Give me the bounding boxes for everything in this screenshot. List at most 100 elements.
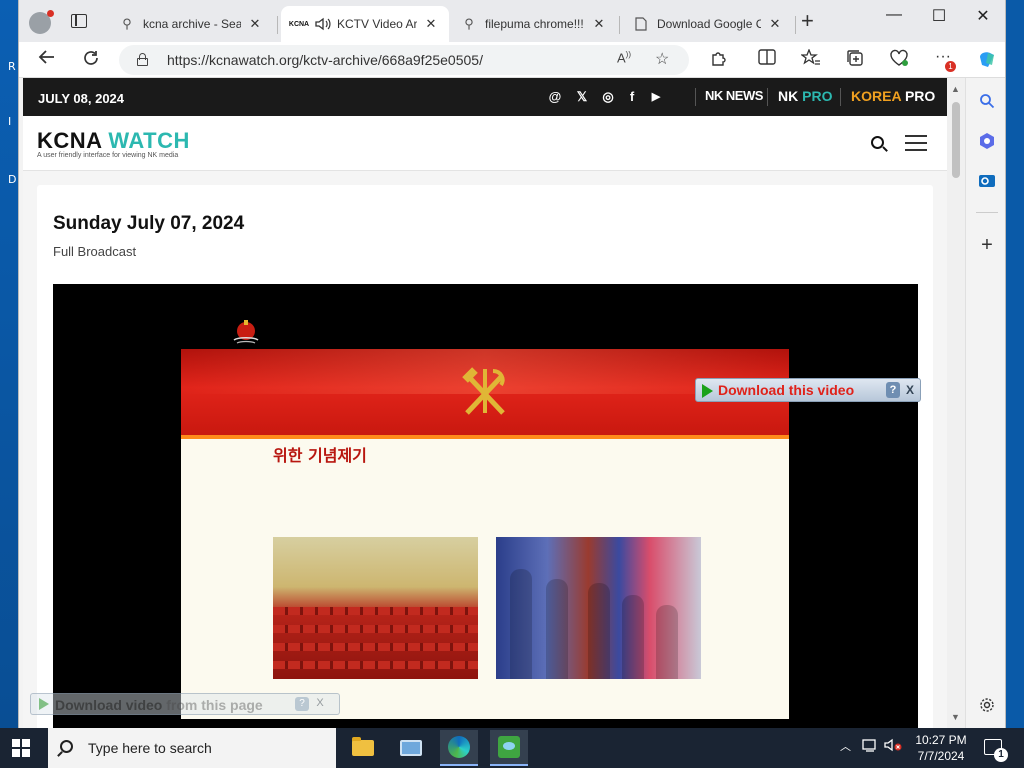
network-icon[interactable] xyxy=(862,738,878,755)
scroll-down-icon[interactable]: ▼ xyxy=(951,712,960,722)
url-text[interactable]: https://kcnawatch.org/kctv-archive/668a9… xyxy=(167,52,483,68)
desktop-icon-label[interactable]: I xyxy=(8,115,11,128)
nk-news-link[interactable]: NK NEWS xyxy=(705,88,763,103)
download-video-from-page-bar[interactable]: Download video from this page ? X xyxy=(30,693,340,715)
tab-strip: ⚲ kcna archive - Search ✕ KCNA KCTV Vide… xyxy=(19,0,1005,42)
slide-caption: 위한 기념제기 xyxy=(273,446,367,465)
page-scrollbar[interactable]: ▲ ▼ xyxy=(947,78,965,728)
tab-actions-icon[interactable] xyxy=(71,14,87,28)
divider xyxy=(767,88,768,106)
download-video-label-rest: from this page xyxy=(162,697,263,713)
x-twitter-icon[interactable]: 𝕏 xyxy=(574,89,590,105)
tab-close-icon[interactable]: ✕ xyxy=(247,16,263,32)
copilot-icon[interactable] xyxy=(975,49,999,71)
divider xyxy=(695,88,696,106)
page-subtitle: Full Broadcast xyxy=(53,244,137,259)
sidebar-add-icon[interactable]: + xyxy=(976,234,998,256)
search-icon[interactable] xyxy=(871,136,884,149)
facebook-icon[interactable]: f xyxy=(624,89,640,105)
browser-toolbar: https://kcnawatch.org/kctv-archive/668a9… xyxy=(19,42,1005,78)
desktop-background: R I D xyxy=(0,0,18,728)
tab-filepuma[interactable]: ⚲ filepuma chrome!!! ✕ xyxy=(451,6,617,42)
minimize-button[interactable]: — xyxy=(874,6,914,28)
extensions-icon[interactable] xyxy=(707,49,731,71)
tab-title: KCTV Video Archive xyxy=(337,17,417,31)
close-window-button[interactable]: ✕ xyxy=(963,6,1003,28)
site-top-bar: JULY 08, 2024 @ 𝕏 ◎ f ▶ NK NEWS NK PRO K… xyxy=(23,78,947,116)
profile-avatar-icon[interactable] xyxy=(29,10,54,34)
tab-title: filepuma chrome!!! xyxy=(485,17,584,31)
sidebar-search-icon[interactable] xyxy=(976,90,998,112)
favorite-star-icon[interactable]: ☆ xyxy=(655,49,669,69)
auditorium-seats-image xyxy=(273,537,478,679)
site-header: KCNA WATCH A user friendly interface for… xyxy=(23,116,947,171)
computer-icon[interactable] xyxy=(392,730,430,766)
page-icon xyxy=(633,16,649,32)
site-tagline: A user friendly interface for viewing NK… xyxy=(37,152,179,159)
clothing-display-image xyxy=(496,537,701,679)
downloader-app-icon[interactable] xyxy=(490,730,528,766)
tab-kctv-video-archive[interactable]: KCNA KCTV Video Archive ✕ xyxy=(281,6,449,42)
close-icon[interactable]: X xyxy=(313,697,327,709)
tab-download-chrome[interactable]: Download Google Chrome ✕ xyxy=(623,6,793,42)
maximize-button[interactable]: ☐ xyxy=(919,6,959,28)
help-icon[interactable]: ? xyxy=(886,382,900,398)
scroll-up-icon[interactable]: ▲ xyxy=(951,84,960,94)
nk-pro-link[interactable]: NK PRO xyxy=(778,88,832,104)
notification-count: 1 xyxy=(994,748,1008,762)
back-button[interactable] xyxy=(35,49,59,71)
tab-separator xyxy=(277,16,278,34)
tab-close-icon[interactable]: ✕ xyxy=(423,16,439,32)
page-title: Sunday July 07, 2024 xyxy=(53,213,245,234)
page-viewport: JULY 08, 2024 @ 𝕏 ◎ f ▶ NK NEWS NK PRO K… xyxy=(23,78,947,728)
desktop-icon-label[interactable]: D xyxy=(8,173,16,186)
korea-pro-part1: KOREA xyxy=(851,88,905,104)
divider xyxy=(840,88,841,106)
scroll-thumb[interactable] xyxy=(952,102,960,178)
lock-icon[interactable] xyxy=(137,53,148,66)
start-button[interactable] xyxy=(12,739,30,757)
refresh-button[interactable] xyxy=(79,49,103,71)
edge-browser-icon[interactable] xyxy=(440,730,478,766)
search-placeholder: Type here to search xyxy=(88,740,212,756)
hamburger-menu-icon[interactable] xyxy=(905,135,927,151)
taskbar-search-box[interactable]: Type here to search xyxy=(48,728,336,768)
download-video-button[interactable]: Download video from this page xyxy=(55,697,263,713)
desktop-icon-label[interactable]: R xyxy=(8,60,16,73)
show-hidden-icons-chevron-icon[interactable]: ︿ xyxy=(840,738,851,754)
speaker-icon[interactable] xyxy=(315,16,331,32)
clock-date: 7/7/2024 xyxy=(917,749,965,763)
youtube-icon[interactable]: ▶ xyxy=(648,89,664,105)
tab-separator xyxy=(619,16,620,34)
tab-close-icon[interactable]: ✕ xyxy=(591,16,607,32)
favorites-icon[interactable] xyxy=(799,48,823,71)
file-explorer-icon[interactable] xyxy=(344,730,382,766)
instagram-icon[interactable]: ◎ xyxy=(600,89,616,105)
korea-pro-link[interactable]: KOREA PRO xyxy=(851,88,935,104)
video-player[interactable]: 위한 기념제기 xyxy=(53,284,918,728)
broadcast-slide: 위한 기념제기 xyxy=(181,349,789,719)
download-this-video-bar[interactable]: Download this video ? X xyxy=(695,378,921,402)
sidebar-outlook-icon[interactable] xyxy=(976,170,998,192)
tab-kcna-search[interactable]: ⚲ kcna archive - Search ✕ xyxy=(109,6,273,42)
sidebar-settings-gear-icon[interactable] xyxy=(976,694,998,716)
search-icon: ⚲ xyxy=(464,16,474,31)
search-icon: ⚲ xyxy=(122,16,132,31)
tab-close-icon[interactable]: ✕ xyxy=(767,16,783,32)
read-aloud-icon[interactable]: A)) xyxy=(617,50,631,65)
system-clock[interactable]: 10:27 PM 7/7/2024 xyxy=(906,732,976,764)
browser-essentials-icon[interactable] xyxy=(887,49,911,71)
split-screen-icon[interactable] xyxy=(755,49,779,71)
kcna-watch-logo[interactable]: KCNA WATCH xyxy=(37,128,190,154)
address-bar[interactable]: https://kcnawatch.org/kctv-archive/668a9… xyxy=(119,45,689,75)
kcna-favicon: KCNA xyxy=(288,20,310,28)
download-this-video-button[interactable]: Download this video xyxy=(718,382,854,398)
help-icon[interactable]: ? xyxy=(295,697,309,711)
close-icon[interactable]: X xyxy=(903,382,917,398)
collections-icon[interactable] xyxy=(843,49,867,71)
sidebar-divider xyxy=(976,212,998,213)
sidebar-copilot-icon[interactable] xyxy=(976,130,998,152)
new-tab-button[interactable]: + xyxy=(801,10,814,32)
volume-muted-icon[interactable] xyxy=(884,738,902,755)
threads-icon[interactable]: @ xyxy=(547,89,563,105)
